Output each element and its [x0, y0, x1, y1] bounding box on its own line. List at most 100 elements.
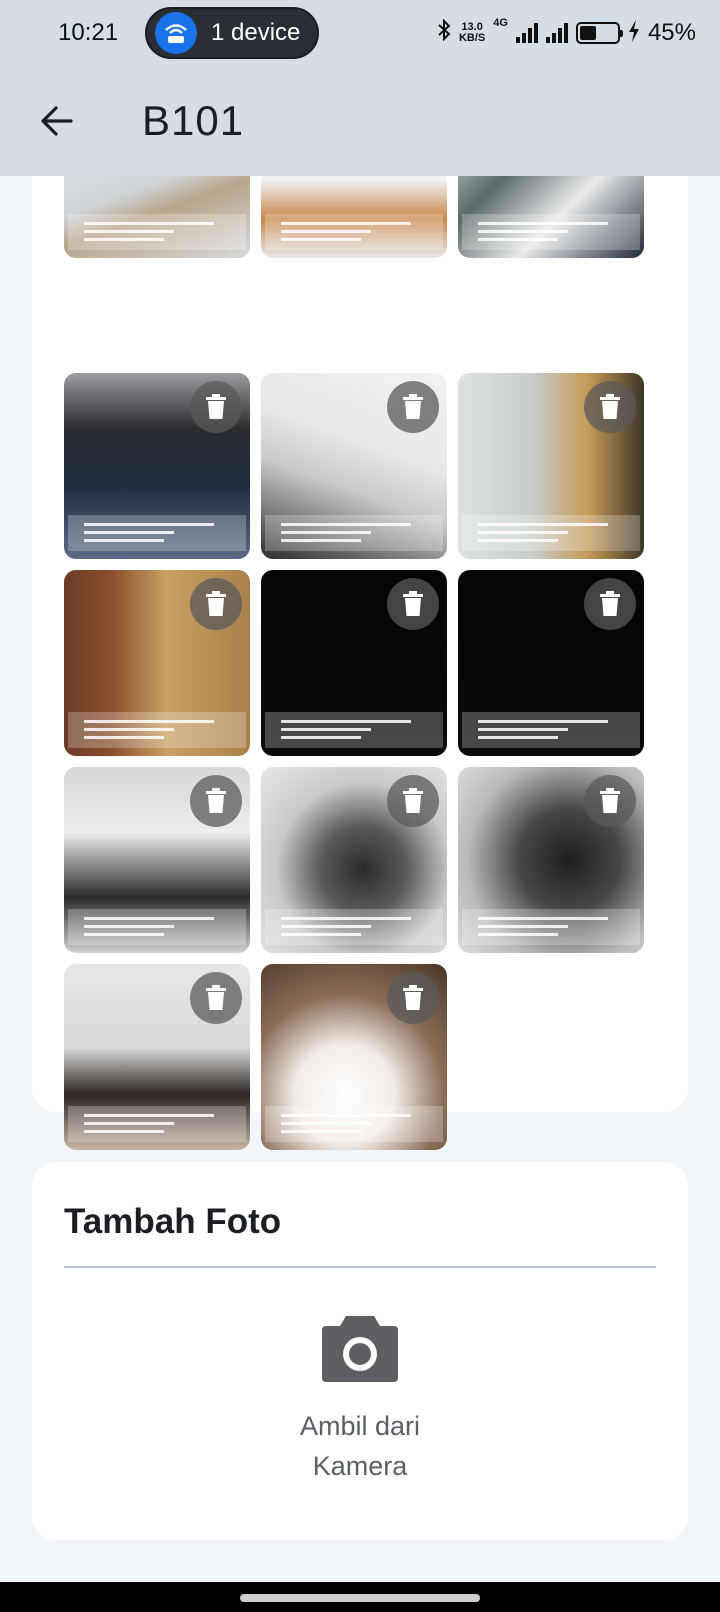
photo-thumbnail[interactable]	[261, 570, 447, 756]
caption-line	[478, 720, 608, 723]
caption-line	[84, 531, 174, 534]
caption-line	[478, 238, 558, 241]
arrow-left-icon	[41, 106, 73, 136]
home-gesture-handle[interactable]	[240, 1594, 480, 1602]
photo-thumbnail[interactable]	[458, 570, 644, 756]
app-bar: B101	[0, 66, 720, 176]
scroll-content[interactable]: Tambah Foto Ambil dari Kamera	[0, 176, 720, 1582]
delete-photo-button[interactable]	[190, 381, 242, 433]
trash-icon	[403, 788, 423, 813]
photo-thumbnail[interactable]	[458, 176, 644, 258]
trash-icon	[206, 985, 226, 1010]
photo-geotag-caption	[265, 712, 443, 748]
caption-line	[478, 917, 608, 920]
signal-icon-1	[515, 23, 538, 43]
photo-thumbnail[interactable]	[64, 964, 250, 1150]
photo-thumbnail[interactable]	[261, 373, 447, 559]
photo-thumbnail[interactable]	[64, 767, 250, 953]
bluetooth-icon	[437, 18, 451, 47]
caption-line	[478, 933, 558, 936]
caption-line	[84, 1130, 164, 1133]
caption-line	[281, 539, 361, 542]
caption-line	[281, 1122, 371, 1125]
trash-icon	[600, 788, 620, 813]
camera-icon	[322, 1316, 398, 1382]
delete-photo-button[interactable]	[190, 578, 242, 630]
caption-line	[478, 728, 568, 731]
delete-photo-button[interactable]	[584, 381, 636, 433]
delete-photo-button[interactable]	[387, 578, 439, 630]
caption-line	[281, 736, 361, 739]
photo-thumbnail[interactable]	[64, 570, 250, 756]
caption-line	[478, 523, 608, 526]
delete-photo-button[interactable]	[584, 578, 636, 630]
trash-icon	[403, 394, 423, 419]
back-button[interactable]	[22, 86, 92, 156]
status-icons: 13.0 KB/S 4G 45%	[437, 17, 696, 47]
caption-line	[281, 925, 371, 928]
photo-thumbnail[interactable]	[64, 373, 250, 559]
photo-thumbnail[interactable]	[261, 767, 447, 953]
caption-line	[84, 736, 164, 739]
net-speed: 13.0 KB/S	[459, 22, 485, 44]
camera-label-line1: Ambil dari	[299, 1411, 421, 1441]
add-photo-card: Tambah Foto Ambil dari Kamera	[32, 1162, 688, 1540]
caption-line	[84, 539, 164, 542]
photo-thumbnail[interactable]	[458, 767, 644, 953]
delete-photo-button[interactable]	[584, 775, 636, 827]
caption-line	[84, 222, 214, 225]
delete-photo-button[interactable]	[387, 775, 439, 827]
delete-photo-button[interactable]	[190, 775, 242, 827]
photo-thumbnail[interactable]	[458, 373, 644, 559]
hotspot-chip[interactable]: 1 device	[145, 7, 319, 59]
caption-line	[84, 925, 174, 928]
caption-line	[281, 238, 361, 241]
caption-line	[478, 222, 608, 225]
caption-line	[84, 1114, 214, 1117]
caption-line	[478, 736, 558, 739]
caption-line	[84, 238, 164, 241]
caption-line	[84, 720, 214, 723]
photo-geotag-caption	[265, 214, 443, 250]
caption-line	[84, 933, 164, 936]
photo-geotag-caption	[265, 515, 443, 551]
caption-line	[281, 222, 411, 225]
photo-geotag-caption	[68, 214, 246, 250]
photo-geotag-caption	[68, 515, 246, 551]
delete-photo-button[interactable]	[190, 972, 242, 1024]
trash-icon	[206, 591, 226, 616]
photo-geotag-caption	[462, 712, 640, 748]
caption-line	[84, 728, 174, 731]
battery-percent: 45%	[647, 19, 696, 46]
delete-photo-button[interactable]	[387, 972, 439, 1024]
camera-label: Ambil dari Kamera	[300, 1406, 420, 1486]
photo-geotag-caption	[265, 1106, 443, 1142]
delete-photo-button[interactable]	[387, 381, 439, 433]
photo-geotag-caption	[68, 1106, 246, 1142]
take-photo-camera-button[interactable]: Ambil dari Kamera	[260, 1312, 460, 1512]
signal-icon-2	[545, 23, 568, 43]
trash-icon	[403, 985, 423, 1010]
photo-geotag-caption	[462, 214, 640, 250]
photo-thumbnail[interactable]	[64, 176, 250, 258]
photo-thumbnail[interactable]	[261, 176, 447, 258]
caption-line	[478, 230, 568, 233]
caption-line	[281, 1130, 361, 1133]
caption-line	[478, 531, 568, 534]
battery-icon	[575, 22, 623, 44]
caption-line	[281, 523, 411, 526]
caption-line	[281, 1114, 411, 1117]
page-title: B101	[142, 97, 245, 144]
status-bar: 10:21 1 device 13.0 KB/S 4G 45%	[0, 0, 720, 66]
caption-line	[281, 531, 371, 534]
photo-thumbnail[interactable]	[261, 964, 447, 1150]
caption-line	[478, 539, 558, 542]
hotspot-label: 1 device	[211, 19, 301, 46]
photo-geotag-caption	[68, 712, 246, 748]
photo-geotag-caption	[68, 909, 246, 945]
hotspot-icon	[155, 12, 197, 54]
add-photo-title: Tambah Foto	[64, 1202, 282, 1241]
trash-icon	[600, 394, 620, 419]
trash-icon	[403, 591, 423, 616]
photo-geotag-caption	[265, 909, 443, 945]
